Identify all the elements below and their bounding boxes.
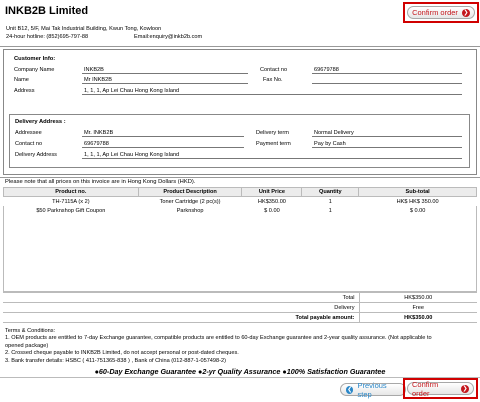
delivery-address-label: Delivery Address <box>15 152 57 158</box>
header-divider <box>0 46 480 47</box>
name-label: Name <box>14 77 29 83</box>
table-cell: HK$350.00 <box>257 198 286 205</box>
column-header: Quantity <box>301 187 360 197</box>
table-cell: TH-7115A (x 2) <box>52 198 90 205</box>
previous-step-label: Previous step <box>357 380 387 399</box>
delivery-term-label: Delivery term <box>256 130 289 136</box>
confirm-order-label: Confirm order <box>412 8 458 17</box>
table-header-row: Product no. Product Description Unit Pri… <box>3 187 477 197</box>
total-row: Total HK$350.00 <box>3 292 477 303</box>
confirm-order-label: Confirm order <box>412 379 439 398</box>
table-body-area <box>3 206 477 292</box>
company-name-value: INKB2B <box>82 66 248 74</box>
confirm-order-highlight-bottom: Confirm order ❯ <box>403 378 478 399</box>
total-value: HK$350.00 <box>358 292 477 303</box>
total-label: Total <box>3 292 359 303</box>
previous-step-button[interactable]: ❮ Previous step <box>340 380 406 399</box>
terms-item-1-continued: opened package) <box>5 342 49 349</box>
delivery-term-value: Normal Delivery <box>312 129 462 137</box>
customer-info-title: Customer Info: <box>14 56 56 62</box>
payment-term-label: Payment term <box>256 141 291 147</box>
company-email: Email:enquiry@inkb2b.com <box>134 34 203 40</box>
table-cell: HK$ HK$ 350.00 <box>396 198 439 205</box>
arrow-right-circle-icon: ❯ <box>461 8 470 17</box>
address-label: Address <box>14 88 35 94</box>
currency-note: Please note that all prices on this invo… <box>5 179 196 185</box>
contact-no-label: Contact no <box>260 67 288 73</box>
table-cell: Toner Cartridge (2 pc(s)) <box>159 198 221 205</box>
fax-no-label: Fax No. <box>263 77 283 83</box>
addressee-label: Addressee <box>15 130 42 136</box>
terms-and-conditions: Terms & Conditions: 1. OEM products are … <box>5 328 432 365</box>
delivery-value: Free <box>358 302 477 313</box>
address-value: 1, 1, 1, Ap Lei Chau Hong Kong Island <box>82 87 462 95</box>
delivery-contact-label: Contact no <box>15 141 43 147</box>
confirm-order-button-top[interactable]: Confirm order ❯ <box>407 6 475 19</box>
arrow-left-circle-icon: ❮ <box>346 385 354 394</box>
terms-item-1: 1. OEM products are entitled to 7-day Ex… <box>5 335 432 342</box>
column-header: Product no. <box>3 187 139 197</box>
fax-no-value <box>312 76 462 84</box>
delivery-label: Delivery <box>3 302 359 313</box>
delivery-row: Delivery Free <box>3 302 477 313</box>
contact-no-value: 69679788 <box>312 66 462 74</box>
addressee-value: Mr. INKB2B <box>82 129 244 137</box>
payable-value: HK$350.00 <box>358 312 477 323</box>
payable-row: Total payable amount: HK$350.00 <box>3 312 477 323</box>
totals-table: Total HK$350.00 Delivery Free Total paya… <box>3 292 477 323</box>
column-header: Sub-total <box>358 187 477 197</box>
column-header: Unit Price <box>241 187 303 197</box>
terms-item-3: 3. Bank transfer details: HSBC ( 411-751… <box>5 357 226 364</box>
company-address: Unit B12, 5/F, Mai Tak Industrial Buildi… <box>6 26 162 32</box>
table-row: TH-7115A (x 2) Toner Cartridge (2 pc(s))… <box>4 197 477 207</box>
name-value: Mr INKB2B <box>82 76 248 84</box>
confirm-order-button-bottom[interactable]: Confirm order ❯ <box>407 379 474 398</box>
company-name: INKB2B Limited <box>5 5 89 17</box>
payment-term-value: Pay by Cash <box>312 140 462 148</box>
delivery-contact-value: 69679788 <box>82 140 244 148</box>
delivery-address-value: 1, 1, 1, Ap Lei Chau Hong Kong Island <box>82 151 462 159</box>
confirm-order-highlight: Confirm order ❯ <box>403 2 479 23</box>
table-cell: 1 <box>328 198 332 205</box>
guarantee-banner: ●60-Day Exchange Guarantee ●2-yr Quality… <box>94 367 386 376</box>
delivery-address-title: Delivery Address : <box>15 119 66 125</box>
info-divider <box>0 177 480 178</box>
payable-label: Total payable amount: <box>3 312 359 323</box>
arrow-right-circle-icon: ❯ <box>461 384 469 393</box>
column-header: Product Description <box>137 187 243 197</box>
company-name-label: Company Name <box>14 67 55 73</box>
terms-title: Terms & Conditions: <box>5 328 56 334</box>
company-hotline: 24-hour hotline: (852)695-797-88 <box>6 34 89 40</box>
terms-item-2: 2. Crossed cheque payable to INKB2B Limi… <box>5 350 239 357</box>
